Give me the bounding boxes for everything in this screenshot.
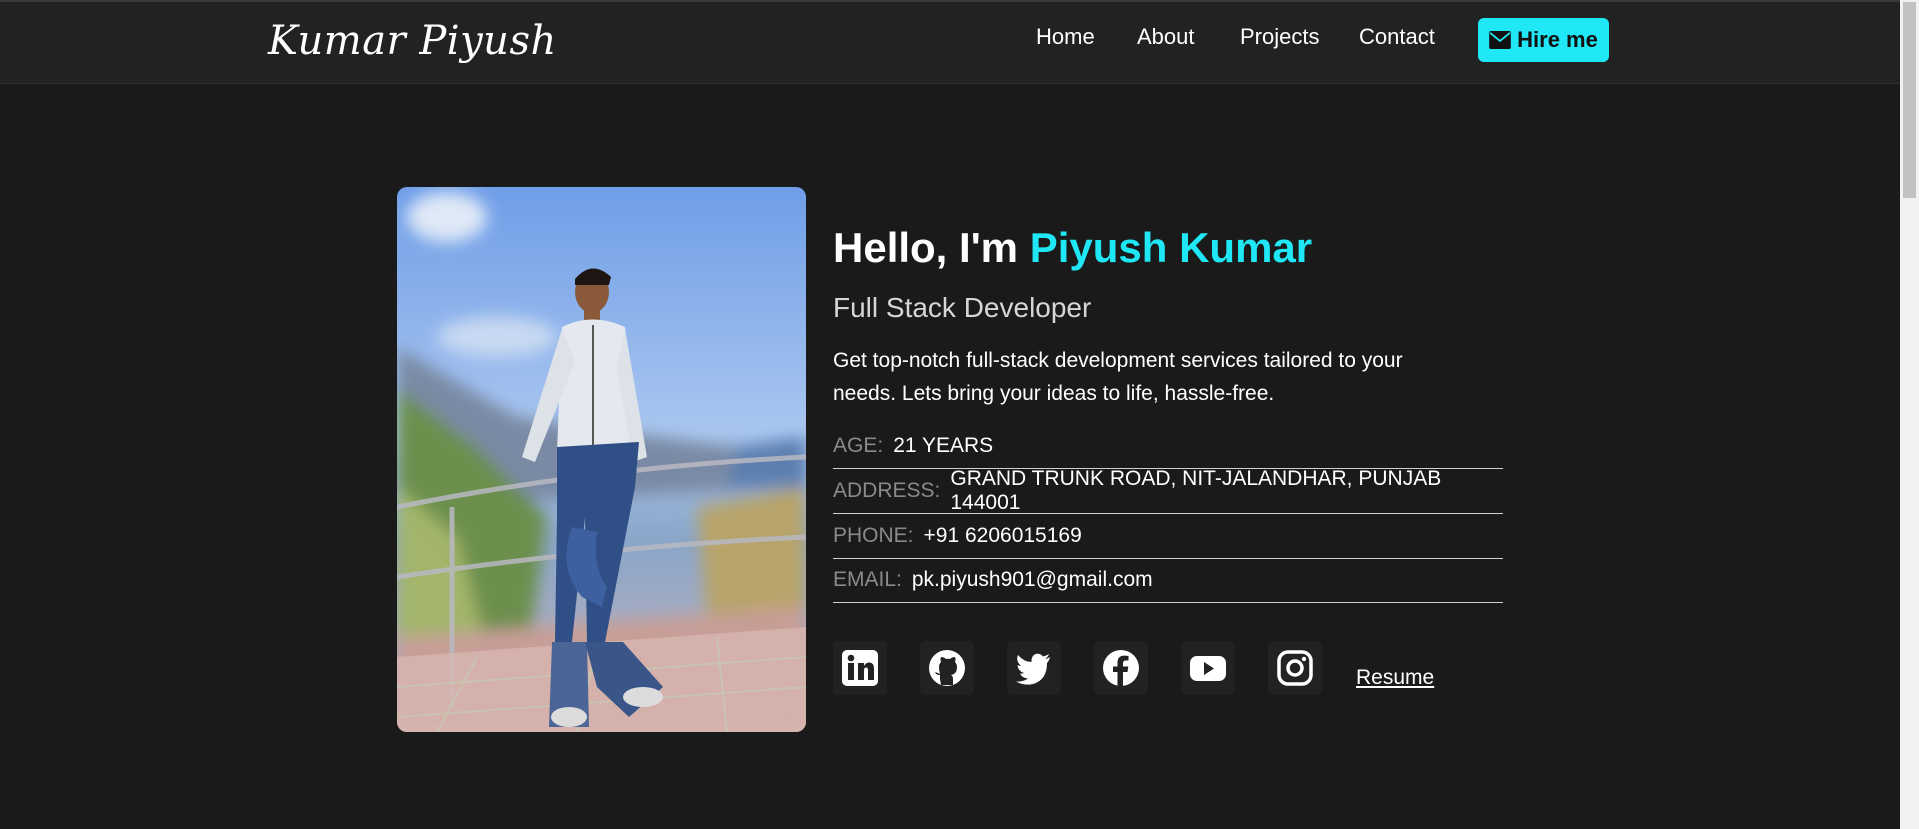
info-row-age: AGE: 21 YEARS bbox=[833, 424, 1503, 469]
page-scrollbar[interactable] bbox=[1900, 0, 1919, 829]
info-row-address: ADDRESS: GRAND TRUNK ROAD, NIT-JALANDHAR… bbox=[833, 467, 1503, 514]
info-value-address: GRAND TRUNK ROAD, NIT-JALANDHAR, PUNJAB … bbox=[950, 467, 1442, 514]
hire-me-label: Hire me bbox=[1517, 27, 1598, 52]
resume-link[interactable]: Resume bbox=[1356, 666, 1434, 690]
brand-logo[interactable]: Kumar Piyush bbox=[268, 18, 557, 64]
nav-link-contact[interactable]: Contact bbox=[1359, 24, 1435, 50]
info-row-email: EMAIL: pk.piyush901@gmail.com bbox=[833, 558, 1503, 603]
profile-photo bbox=[397, 187, 806, 732]
linkedin-icon bbox=[842, 650, 878, 686]
youtube-link[interactable] bbox=[1181, 641, 1235, 695]
instagram-icon bbox=[1277, 650, 1313, 686]
github-icon bbox=[929, 650, 965, 686]
hero-heading: Hello, I'm Piyush Kumar bbox=[833, 224, 1312, 272]
hero-role: Full Stack Developer bbox=[833, 292, 1092, 323]
info-value-age: 21 YEARS bbox=[893, 434, 994, 457]
twitter-icon bbox=[1016, 653, 1050, 685]
info-label-age: AGE: bbox=[833, 434, 884, 457]
facebook-icon bbox=[1103, 650, 1139, 686]
info-row-phone: PHONE: +91 6206015169 bbox=[833, 514, 1503, 559]
nav-link-projects[interactable]: Projects bbox=[1240, 24, 1319, 50]
info-label-email: EMAIL: bbox=[833, 568, 902, 591]
nav-link-home[interactable]: Home bbox=[1036, 24, 1095, 50]
info-label-phone: PHONE: bbox=[833, 524, 914, 547]
navbar: Kumar Piyush Home About Projects Contact… bbox=[0, 2, 1900, 84]
github-link[interactable] bbox=[920, 641, 974, 695]
youtube-icon bbox=[1190, 656, 1226, 681]
info-value-email[interactable]: pk.piyush901@gmail.com bbox=[912, 568, 1153, 592]
hero-greeting: Hello, I'm bbox=[833, 224, 1030, 271]
envelope-icon bbox=[1489, 31, 1511, 49]
instagram-link[interactable] bbox=[1268, 641, 1322, 695]
hero-name: Piyush Kumar bbox=[1029, 224, 1313, 271]
facebook-link[interactable] bbox=[1094, 641, 1148, 695]
hire-me-button[interactable]: Hire me bbox=[1478, 18, 1609, 62]
twitter-link[interactable] bbox=[1007, 641, 1061, 695]
linkedin-link[interactable] bbox=[833, 641, 887, 695]
hero-description: Get top-notch full-stack development ser… bbox=[833, 349, 1403, 405]
scrollbar-thumb[interactable] bbox=[1903, 2, 1916, 198]
info-value-phone: +91 6206015169 bbox=[923, 524, 1082, 547]
info-label-address: ADDRESS: bbox=[833, 479, 941, 502]
nav-link-about[interactable]: About bbox=[1137, 24, 1195, 50]
